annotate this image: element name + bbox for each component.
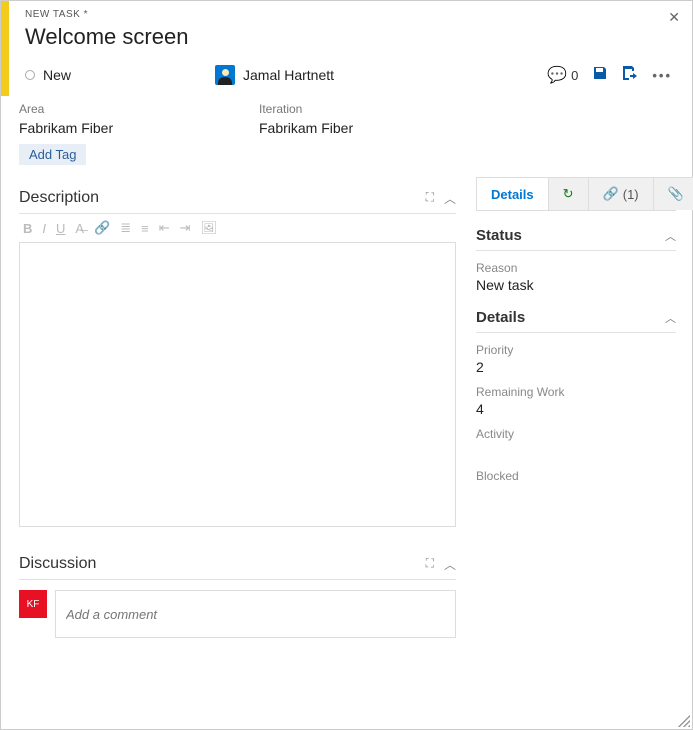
iteration-field[interactable]: Iteration Fabrikam Fiber xyxy=(259,102,439,136)
number-list-button[interactable]: ≡ xyxy=(141,221,149,236)
resize-grip[interactable] xyxy=(678,715,690,727)
details-section-title: Details xyxy=(476,309,525,326)
state-dot-icon xyxy=(25,70,35,80)
area-label: Area xyxy=(19,102,199,116)
link-button[interactable]: 🔗 xyxy=(94,220,110,236)
description-editor[interactable] xyxy=(19,242,456,527)
priority-label: Priority xyxy=(476,343,676,357)
tab-links[interactable]: 🔗 (1) xyxy=(589,177,654,210)
blocked-label: Blocked xyxy=(476,469,676,483)
add-tag-button[interactable]: Add Tag xyxy=(19,144,86,165)
accent-bar xyxy=(1,1,9,96)
italic-button[interactable]: I xyxy=(42,221,46,236)
save-button[interactable] xyxy=(592,65,608,86)
discussion-heading: Discussion xyxy=(19,555,96,573)
chevron-up-icon[interactable]: ︿ xyxy=(665,228,676,244)
work-item-title[interactable]: Welcome screen xyxy=(25,24,676,50)
close-button[interactable]: ✕ xyxy=(668,9,680,26)
iteration-label: Iteration xyxy=(259,102,439,116)
priority-value: 2 xyxy=(476,359,676,375)
collapse-icon[interactable]: ︿ xyxy=(444,556,456,573)
bullet-list-button[interactable]: ≣ xyxy=(120,220,131,236)
comment-icon: 💬 xyxy=(547,65,567,85)
description-heading: Description xyxy=(19,189,99,207)
fullscreen-icon[interactable]: ⛶ xyxy=(426,190,434,207)
editor-toolbar: B I U A̶ 🔗 ≣ ≡ ⇤ ⇥ 🖼 xyxy=(19,214,456,242)
collapse-icon[interactable]: ︿ xyxy=(444,190,456,207)
remaining-work-field[interactable]: Remaining Work 4 xyxy=(476,385,676,417)
more-actions-button[interactable]: ••• xyxy=(652,68,672,83)
activity-label: Activity xyxy=(476,427,676,441)
area-value: Fabrikam Fiber xyxy=(19,120,199,136)
tab-attachments[interactable]: 📎 xyxy=(654,177,693,210)
remaining-work-label: Remaining Work xyxy=(476,385,676,399)
indent-button[interactable]: ⇥ xyxy=(180,220,191,236)
work-item-type-label: NEW TASK * xyxy=(25,9,676,20)
attachment-icon: 📎 xyxy=(668,186,684,202)
avatar-icon xyxy=(215,65,235,85)
comment-count-badge[interactable]: 💬 0 xyxy=(547,65,578,85)
remaining-work-value: 4 xyxy=(476,401,676,417)
discussion-input[interactable] xyxy=(55,590,456,638)
blocked-field[interactable]: Blocked xyxy=(476,469,676,483)
image-button[interactable]: 🖼 xyxy=(201,220,218,236)
chevron-up-icon[interactable]: ︿ xyxy=(665,310,676,326)
state-field[interactable]: New xyxy=(25,67,215,83)
current-user-avatar: KF xyxy=(19,590,47,618)
history-icon: ↻ xyxy=(563,186,574,202)
clear-format-button[interactable]: A̶ xyxy=(75,221,84,236)
priority-field[interactable]: Priority 2 xyxy=(476,343,676,375)
save-and-close-button[interactable] xyxy=(622,65,638,86)
activity-field[interactable]: Activity xyxy=(476,427,676,441)
outdent-button[interactable]: ⇤ xyxy=(159,220,170,236)
state-text: New xyxy=(43,67,71,83)
status-section-title: Status xyxy=(476,227,522,244)
link-icon: 🔗 xyxy=(603,186,619,202)
comment-count: 0 xyxy=(571,68,578,83)
tab-details[interactable]: Details xyxy=(476,177,549,210)
tab-history[interactable]: ↻ xyxy=(549,177,589,210)
area-field[interactable]: Area Fabrikam Fiber xyxy=(19,102,199,136)
reason-label: Reason xyxy=(476,261,676,275)
reason-field[interactable]: Reason New task xyxy=(476,261,676,293)
underline-button[interactable]: U xyxy=(56,221,65,236)
reason-value: New task xyxy=(476,277,676,293)
bold-button[interactable]: B xyxy=(23,221,32,236)
fullscreen-icon[interactable]: ⛶ xyxy=(426,556,434,573)
assigned-to-field[interactable]: Jamal Hartnett xyxy=(215,65,547,85)
assignee-name: Jamal Hartnett xyxy=(243,67,334,83)
iteration-value: Fabrikam Fiber xyxy=(259,120,439,136)
